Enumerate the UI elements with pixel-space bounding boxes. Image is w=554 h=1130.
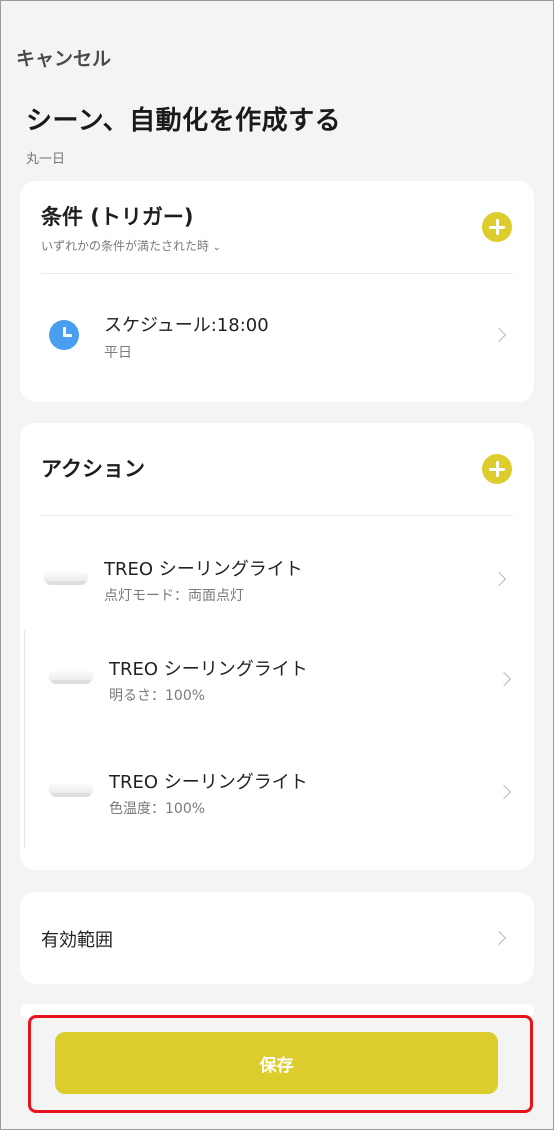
condition-title: スケジュール:18:00 — [104, 315, 269, 336]
divider-vertical — [24, 630, 25, 848]
condition-mode-label: いずれかの条件が満たされた時 — [41, 239, 210, 253]
action-subtitle: 点灯モード：両面点灯 — [104, 588, 244, 604]
save-button[interactable]: 保存 — [55, 1032, 498, 1094]
action-subtitle: 色温度：100% — [109, 801, 206, 817]
action-title: TREO シーリングライト — [109, 772, 308, 793]
condition-mode-selector[interactable]: いずれかの条件が満たされた時 ⌄ — [41, 237, 221, 254]
add-action-button[interactable] — [482, 454, 512, 484]
page-subtitle: 丸一日 — [26, 152, 66, 167]
action-subtitle: 明るさ：100% — [109, 688, 206, 704]
actions-title: アクション — [41, 457, 145, 481]
chevron-right-icon — [496, 784, 512, 800]
cancel-button[interactable]: キャンセル — [16, 44, 111, 71]
chevron-right-icon — [491, 930, 507, 946]
conditions-card: 条件 (トリガー) いずれかの条件が満たされた時 ⌄ スケジュール:18:00 平… — [20, 181, 534, 402]
page-title: シーン、自動化を作成する — [26, 106, 342, 136]
add-condition-button[interactable] — [482, 212, 512, 242]
chevron-down-icon: ⌄ — [213, 243, 221, 253]
chevron-right-icon — [496, 671, 512, 687]
divider — [41, 515, 513, 516]
chevron-right-icon — [491, 571, 507, 587]
action-title: TREO シーリングライト — [104, 559, 303, 580]
actions-card: アクション TREO シーリングライト 点灯モード：両面点灯 TREO シーリン… — [20, 423, 534, 870]
clock-icon — [49, 320, 79, 350]
effective-range-row[interactable]: 有効範囲 — [20, 892, 534, 984]
ceiling-light-icon — [44, 572, 88, 586]
action-title: TREO シーリングライト — [109, 659, 308, 680]
ceiling-light-icon — [49, 784, 93, 798]
ceiling-light-icon — [49, 671, 93, 685]
condition-subtitle: 平日 — [104, 345, 132, 361]
divider — [41, 273, 513, 274]
effective-range-label: 有効範囲 — [41, 930, 113, 951]
conditions-title: 条件 (トリガー) — [41, 205, 194, 229]
chevron-right-icon — [491, 327, 507, 343]
